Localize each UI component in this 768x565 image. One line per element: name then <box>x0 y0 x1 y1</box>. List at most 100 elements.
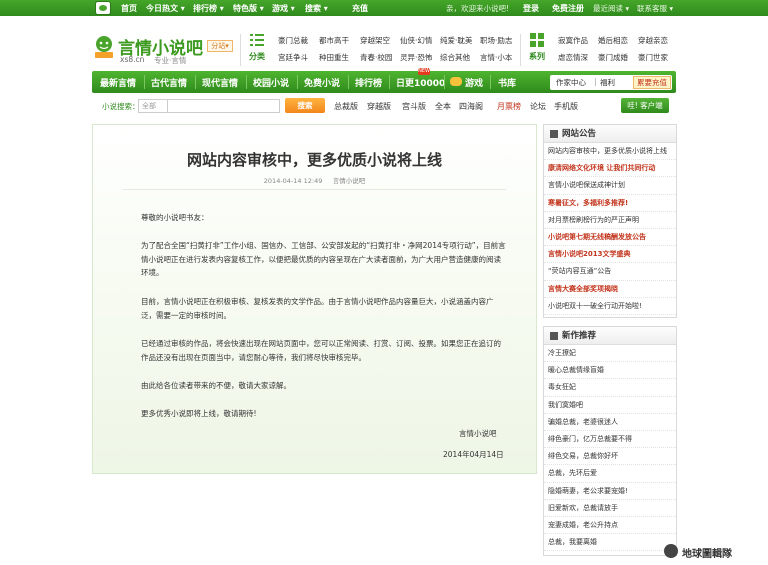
nav-rank[interactable]: 排行榜 <box>355 76 382 89</box>
category-link[interactable]: 纯爱·耽美 <box>440 35 472 46</box>
substation-dropdown[interactable]: 分站▾ <box>207 40 233 52</box>
announcement-item[interactable]: 康清网络文化环境 让我们共同行动 <box>544 160 676 178</box>
category-link[interactable]: 灵异·恐怖 <box>400 52 432 63</box>
client-download-button[interactable]: 哇! 客户端 <box>621 98 669 113</box>
nav-divider <box>389 75 390 89</box>
new-books-title: 新作推荐 <box>544 327 676 345</box>
new-book-item[interactable]: 隐婚萌妻，老公求要宠婚! <box>544 483 676 500</box>
announcement-item[interactable]: 对月票榜刷榜行为的严正声明 <box>544 212 676 229</box>
search-input[interactable] <box>168 99 280 113</box>
nav-modern[interactable]: 现代言情 <box>202 76 238 89</box>
article-date: 2014-04-14 12:49 <box>263 177 323 185</box>
new-book-item[interactable]: 宠妻成婚，老公升持点 <box>544 517 676 535</box>
divider <box>240 34 241 66</box>
new-book-item[interactable]: 冷王撩妃 <box>544 345 676 363</box>
category-link[interactable]: 综合其他 <box>440 52 470 63</box>
nav-divider <box>195 75 196 89</box>
recharge-button[interactable]: 累要充值 <box>633 76 671 89</box>
category-link[interactable]: 豪门总裁 <box>278 35 308 46</box>
top-link-special[interactable]: 特色版 ▾ <box>233 3 264 14</box>
top-link-search[interactable]: 搜索 ▾ <box>305 3 328 14</box>
search-scope-select[interactable]: 全部 <box>138 99 168 113</box>
new-book-item[interactable]: 总裁，我要离婚 <box>544 534 676 552</box>
new-book-item[interactable]: 总裁，先环后爱 <box>544 465 676 483</box>
nav-latest[interactable]: 最新言情 <box>100 76 136 89</box>
globe-icon <box>664 544 678 558</box>
register-link[interactable]: 免费注册 <box>552 3 584 14</box>
announcement-item[interactable]: 小说吧第七期无线稿酬发放公告 <box>544 229 676 247</box>
nav-divider <box>444 75 445 89</box>
announcement-item[interactable]: 网站内容审核中，更多优质小说将上线 <box>544 143 676 161</box>
series-link[interactable]: 穿越亲恋 <box>638 35 668 46</box>
search-button[interactable]: 搜索 <box>285 98 325 113</box>
new-book-item[interactable]: 绯色交易，总裁你好坏 <box>544 448 676 466</box>
new-book-item[interactable]: 骗婚总裁，老婆很迷人 <box>544 414 676 431</box>
category-link[interactable]: 言情·小本 <box>480 52 512 63</box>
announcement-item[interactable]: 言情小说吧2013文学盛典 <box>544 246 676 264</box>
series-link[interactable]: 寂寞作品 <box>558 35 588 46</box>
series-link[interactable]: 虐恋情深 <box>558 52 588 63</box>
brand-domain: xs8.cn <box>120 55 145 64</box>
series-link[interactable]: 豪门世家 <box>638 52 668 63</box>
new-book-item[interactable]: 我们寞婚吧 <box>544 397 676 414</box>
top-link-home[interactable]: 首页 <box>121 3 137 14</box>
nav-divider <box>144 75 145 89</box>
nav-campus[interactable]: 校园小说 <box>253 76 289 89</box>
article-source[interactable]: 言情小说吧 <box>333 177 366 185</box>
top-link-recharge[interactable]: 充值 <box>352 3 368 14</box>
category-link[interactable]: 种田重生 <box>319 52 349 63</box>
announcement-item[interactable]: 寒暑征文，多福利多推荐! <box>544 195 676 212</box>
category-link[interactable]: 职场·励志 <box>480 35 512 46</box>
new-book-item[interactable]: 暖心总裁情缘盲婚 <box>544 362 676 380</box>
contact-service-menu[interactable]: 联系客服 ▾ <box>637 3 673 14</box>
article-paragraph: 由此给各位读者带来的不便，敬请大家谅解。 <box>141 381 291 390</box>
quick-link[interactable]: 论坛 <box>530 101 546 112</box>
nav-games[interactable]: 游戏 <box>465 76 483 89</box>
category-link[interactable]: 仙侠·幻情 <box>400 35 432 46</box>
nav-divider <box>348 75 349 89</box>
recent-reading-menu[interactable]: 最近阅读 ▾ <box>593 3 629 14</box>
login-link[interactable]: 登录 <box>523 3 539 14</box>
top-link-games[interactable]: 游戏 ▾ <box>272 3 295 14</box>
nav-daily[interactable]: 日更10000 <box>396 76 445 89</box>
site-mini-logo-icon[interactable] <box>95 1 111 15</box>
article-paragraph: 为了配合全国“扫黄打非”工作小组、国信办、工信部、公安部发起的“扫黄打非・净网2… <box>141 241 506 277</box>
top-link-rank[interactable]: 排行榜 ▾ <box>193 3 224 14</box>
quick-link[interactable]: 手机版 <box>554 101 578 112</box>
quick-link[interactable]: 全本 <box>435 101 451 112</box>
series-link[interactable]: 豪门成婚 <box>598 52 628 63</box>
search-label: 小说搜索： <box>102 102 140 111</box>
quick-link[interactable]: 总裁版 <box>334 101 358 112</box>
category-link[interactable]: 穿越架空 <box>360 35 390 46</box>
quick-link[interactable]: 宫斗版 <box>402 101 426 112</box>
new-book-item[interactable]: 旧爱新欢，总裁请放手 <box>544 500 676 517</box>
announcement-item[interactable]: 言情大赛全部奖项揭晓 <box>544 281 676 298</box>
top-link-hot[interactable]: 今日热文 ▾ <box>146 3 185 14</box>
nav-ancient[interactable]: 古代言情 <box>151 76 187 89</box>
divider <box>520 34 521 66</box>
quick-link[interactable]: 四海阁 <box>459 101 483 112</box>
nav-free[interactable]: 免费小说 <box>304 76 340 89</box>
welfare-link[interactable]: 福利 <box>600 77 615 88</box>
author-box: 作家中心 | 福利 累要充值 <box>550 75 672 90</box>
site-header: 言情小说吧 xs8.cn 专业·言情 分站▾ 分类 豪门总裁 都市高干 穿越架空… <box>92 28 676 70</box>
new-book-item[interactable]: 毒女狂妃 <box>544 379 676 397</box>
announcement-item[interactable]: “荧站内容互通”公告 <box>544 263 676 281</box>
new-book-item[interactable]: 绯色豪门，亿万总裁要不得 <box>544 431 676 449</box>
brand-logo-icon[interactable] <box>92 34 116 60</box>
new-books-panel: 新作推荐 冷王撩妃 暖心总裁情缘盲婚 毒女狂妃 我们寞婚吧 骗婚总裁，老婆很迷人… <box>543 326 677 556</box>
announcement-item[interactable]: 言情小说吧保送成神计划 <box>544 177 676 195</box>
announcement-item[interactable]: 小说吧双十一破全行动开始啦! <box>544 298 676 315</box>
nav-library[interactable]: 书库 <box>498 76 516 89</box>
divider <box>123 189 506 190</box>
author-center-link[interactable]: 作家中心 <box>556 77 586 88</box>
nav-divider <box>246 75 247 89</box>
category-link[interactable]: 宫廷争斗 <box>278 52 308 63</box>
brand-slogan: 专业·言情 <box>154 56 187 65</box>
category-link[interactable]: 青春·校园 <box>360 52 392 63</box>
series-link[interactable]: 婚后相恋 <box>598 35 628 46</box>
category-link[interactable]: 都市高干 <box>319 35 349 46</box>
nav-divider <box>490 75 491 89</box>
quick-link-monthly-rank[interactable]: 月票榜 <box>497 101 521 112</box>
quick-link[interactable]: 穿越版 <box>367 101 391 112</box>
